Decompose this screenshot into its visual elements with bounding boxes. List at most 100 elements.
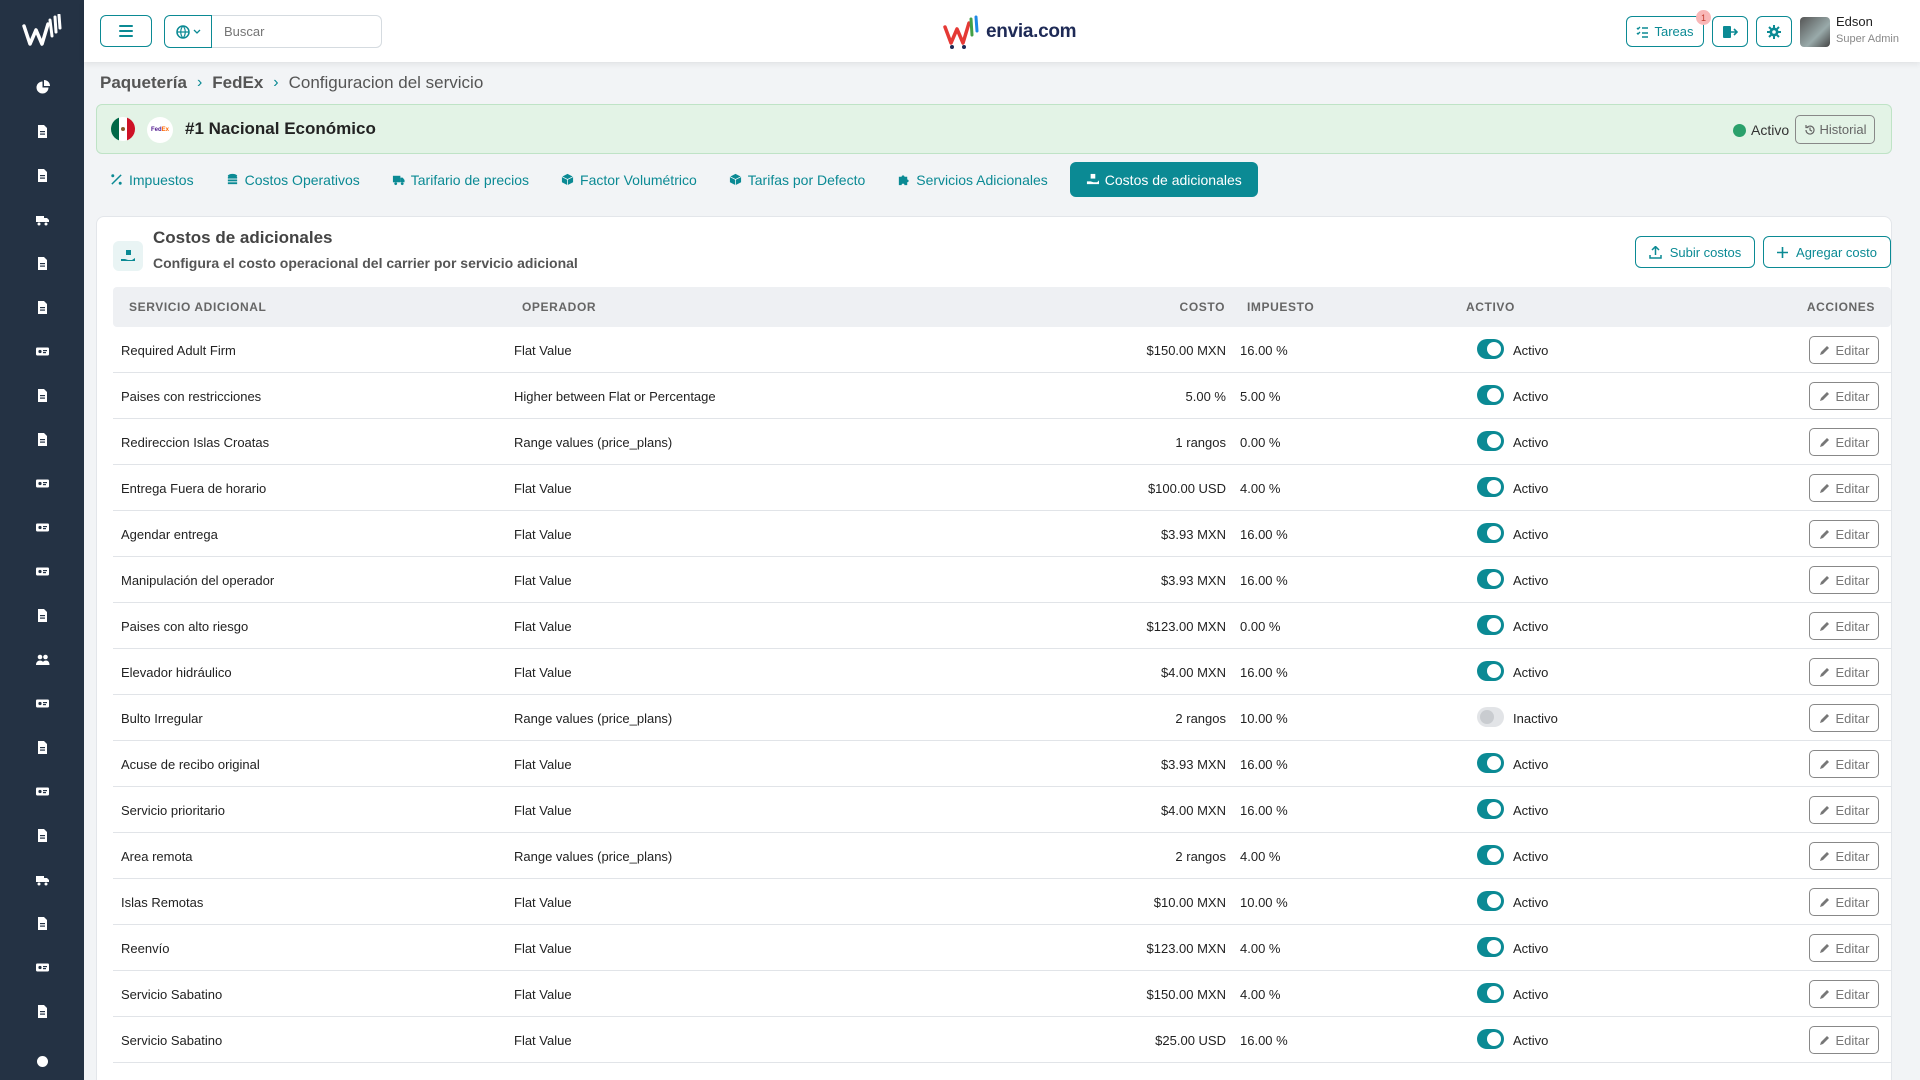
active-toggle[interactable] <box>1477 983 1504 1003</box>
upload-costs-button[interactable]: Subir costos <box>1635 236 1755 268</box>
tab-label: Costos de adicionales <box>1104 171 1242 188</box>
edit-button[interactable]: Editar <box>1809 888 1879 916</box>
edit-label: Editar <box>1835 756 1870 772</box>
sidebar-item-1[interactable] <box>30 75 54 99</box>
logout-button[interactable] <box>1712 16 1748 47</box>
cell-cost: 2 rangos <box>1175 849 1226 864</box>
sidebar-item-5[interactable] <box>30 251 54 275</box>
edit-button[interactable]: Editar <box>1809 934 1879 962</box>
table-row: Manipulación del operador Flat Value $3.93… <box>113 557 1891 603</box>
additional-costs-table: SERVICIO ADICIONAL OPERADOR COSTO IMPUES… <box>113 287 1891 1063</box>
history-button[interactable]: Historial <box>1795 115 1875 144</box>
header-service: SERVICIO ADICIONAL <box>129 300 267 314</box>
sidebar-item-4[interactable] <box>30 207 54 231</box>
sidebar-item-14[interactable] <box>30 647 54 671</box>
cell-cost: $3.93 MXN <box>1160 757 1226 772</box>
menu-toggle-button[interactable] <box>100 15 152 47</box>
tab-servicios-adicionales[interactable]: Servicios Adicionales <box>887 162 1058 197</box>
active-toggle[interactable] <box>1477 937 1504 957</box>
sidebar-item-17[interactable] <box>30 779 54 803</box>
edit-button[interactable]: Editar <box>1809 796 1879 824</box>
active-toggle[interactable] <box>1477 569 1504 589</box>
active-toggle[interactable] <box>1477 799 1504 819</box>
edit-button[interactable]: Editar <box>1809 612 1879 640</box>
active-toggle[interactable] <box>1477 523 1504 543</box>
edit-button[interactable]: Editar <box>1809 520 1879 548</box>
sidebar-item-7[interactable] <box>30 339 54 363</box>
edit-button[interactable]: Editar <box>1809 704 1879 732</box>
tab-costos-de-adicionales[interactable]: Costos de adicionales <box>1069 162 1258 197</box>
circle-icon <box>36 1055 48 1067</box>
sidebar-item-23[interactable] <box>30 1049 54 1073</box>
edit-button[interactable]: Editar <box>1809 566 1879 594</box>
chevron-right-icon: › <box>196 74 203 91</box>
cell-active-state: Activo <box>1513 573 1549 588</box>
active-toggle[interactable] <box>1477 845 1504 865</box>
active-toggle[interactable] <box>1477 1029 1504 1049</box>
edit-button[interactable]: Editar <box>1809 428 1879 456</box>
active-toggle[interactable] <box>1477 891 1504 911</box>
hamburger-icon <box>119 25 133 37</box>
cell-cost: $10.00 MXN <box>1153 895 1226 910</box>
edit-button[interactable]: Editar <box>1809 474 1879 502</box>
sidebar-item-19[interactable] <box>30 867 54 891</box>
search-input[interactable] <box>212 15 382 48</box>
brand-logo[interactable]: envia.com <box>942 14 1077 50</box>
sidebar-item-21[interactable] <box>30 955 54 979</box>
edit-button[interactable]: Editar <box>1809 750 1879 778</box>
cell-active-state: Activo <box>1513 941 1549 956</box>
sidebar-item-2[interactable] <box>30 119 54 143</box>
breadcrumb-carrier[interactable]: FedEx <box>212 73 263 93</box>
active-toggle[interactable] <box>1477 661 1504 681</box>
tab-label: Costos Operativos <box>244 171 360 188</box>
add-cost-button[interactable]: Agregar costo <box>1763 236 1891 268</box>
active-toggle[interactable] <box>1477 385 1504 405</box>
sidebar-item-8[interactable] <box>30 383 54 407</box>
user-avatar[interactable] <box>1800 17 1830 47</box>
cell-operator: Range values (price_plans) <box>514 435 673 450</box>
sidebar-item-13[interactable] <box>30 603 54 627</box>
edit-button[interactable]: Editar <box>1809 658 1879 686</box>
tab-impuestos[interactable]: Impuestos <box>100 162 204 197</box>
envia-logo-icon[interactable] <box>22 14 62 48</box>
sidebar-item-16[interactable] <box>30 735 54 759</box>
cell-active-state: Activo <box>1513 343 1549 358</box>
active-toggle[interactable] <box>1477 431 1504 451</box>
sidebar-item-11[interactable] <box>30 515 54 539</box>
language-button[interactable] <box>164 15 212 48</box>
sidebar-item-10[interactable] <box>30 471 54 495</box>
sidebar-item-18[interactable] <box>30 823 54 847</box>
table-row: Redireccion Islas Croatas Range values (p… <box>113 419 1891 465</box>
cell-service: Paises con restricciones <box>121 389 262 404</box>
sidebar-item-3[interactable] <box>30 163 54 187</box>
tab-tarifario-de-precios[interactable]: Tarifario de precios <box>382 162 539 197</box>
edit-button[interactable]: Editar <box>1809 842 1879 870</box>
edit-button[interactable]: Editar <box>1809 1026 1879 1054</box>
table-row: Paises con restricciones Higher between F… <box>113 373 1891 419</box>
tasks-button[interactable]: Tareas <box>1626 16 1704 47</box>
settings-button[interactable] <box>1756 16 1792 47</box>
edit-button[interactable]: Editar <box>1809 382 1879 410</box>
sidebar-item-12[interactable] <box>30 559 54 583</box>
sidebar-item-9[interactable] <box>30 427 54 451</box>
active-toggle[interactable] <box>1477 477 1504 497</box>
cell-service: Servicio prioritario <box>121 803 226 818</box>
sidebar-item-20[interactable] <box>30 911 54 935</box>
sidebar-item-22[interactable] <box>30 999 54 1023</box>
active-toggle[interactable] <box>1477 707 1504 727</box>
edit-button[interactable]: Editar <box>1809 980 1879 1008</box>
tab-factor-volumetrico[interactable]: Factor Volumétrico <box>551 162 707 197</box>
header-active: ACTIVO <box>1466 300 1515 314</box>
hand-box-icon <box>1086 173 1099 185</box>
breadcrumb-paqueteria[interactable]: Paquetería <box>100 73 187 93</box>
edit-button[interactable]: Editar <box>1809 336 1879 364</box>
edit-label: Editar <box>1835 526 1870 542</box>
active-toggle[interactable] <box>1477 753 1504 773</box>
active-toggle[interactable] <box>1477 615 1504 635</box>
active-toggle[interactable] <box>1477 339 1504 359</box>
tab-tarifas-por-defecto[interactable]: Tarifas por Defecto <box>719 162 876 197</box>
cell-cost: 2 rangos <box>1175 711 1226 726</box>
tab-costos-operativos[interactable]: Costos Operativos <box>216 162 370 197</box>
sidebar-item-15[interactable] <box>30 691 54 715</box>
sidebar-item-6[interactable] <box>30 295 54 319</box>
